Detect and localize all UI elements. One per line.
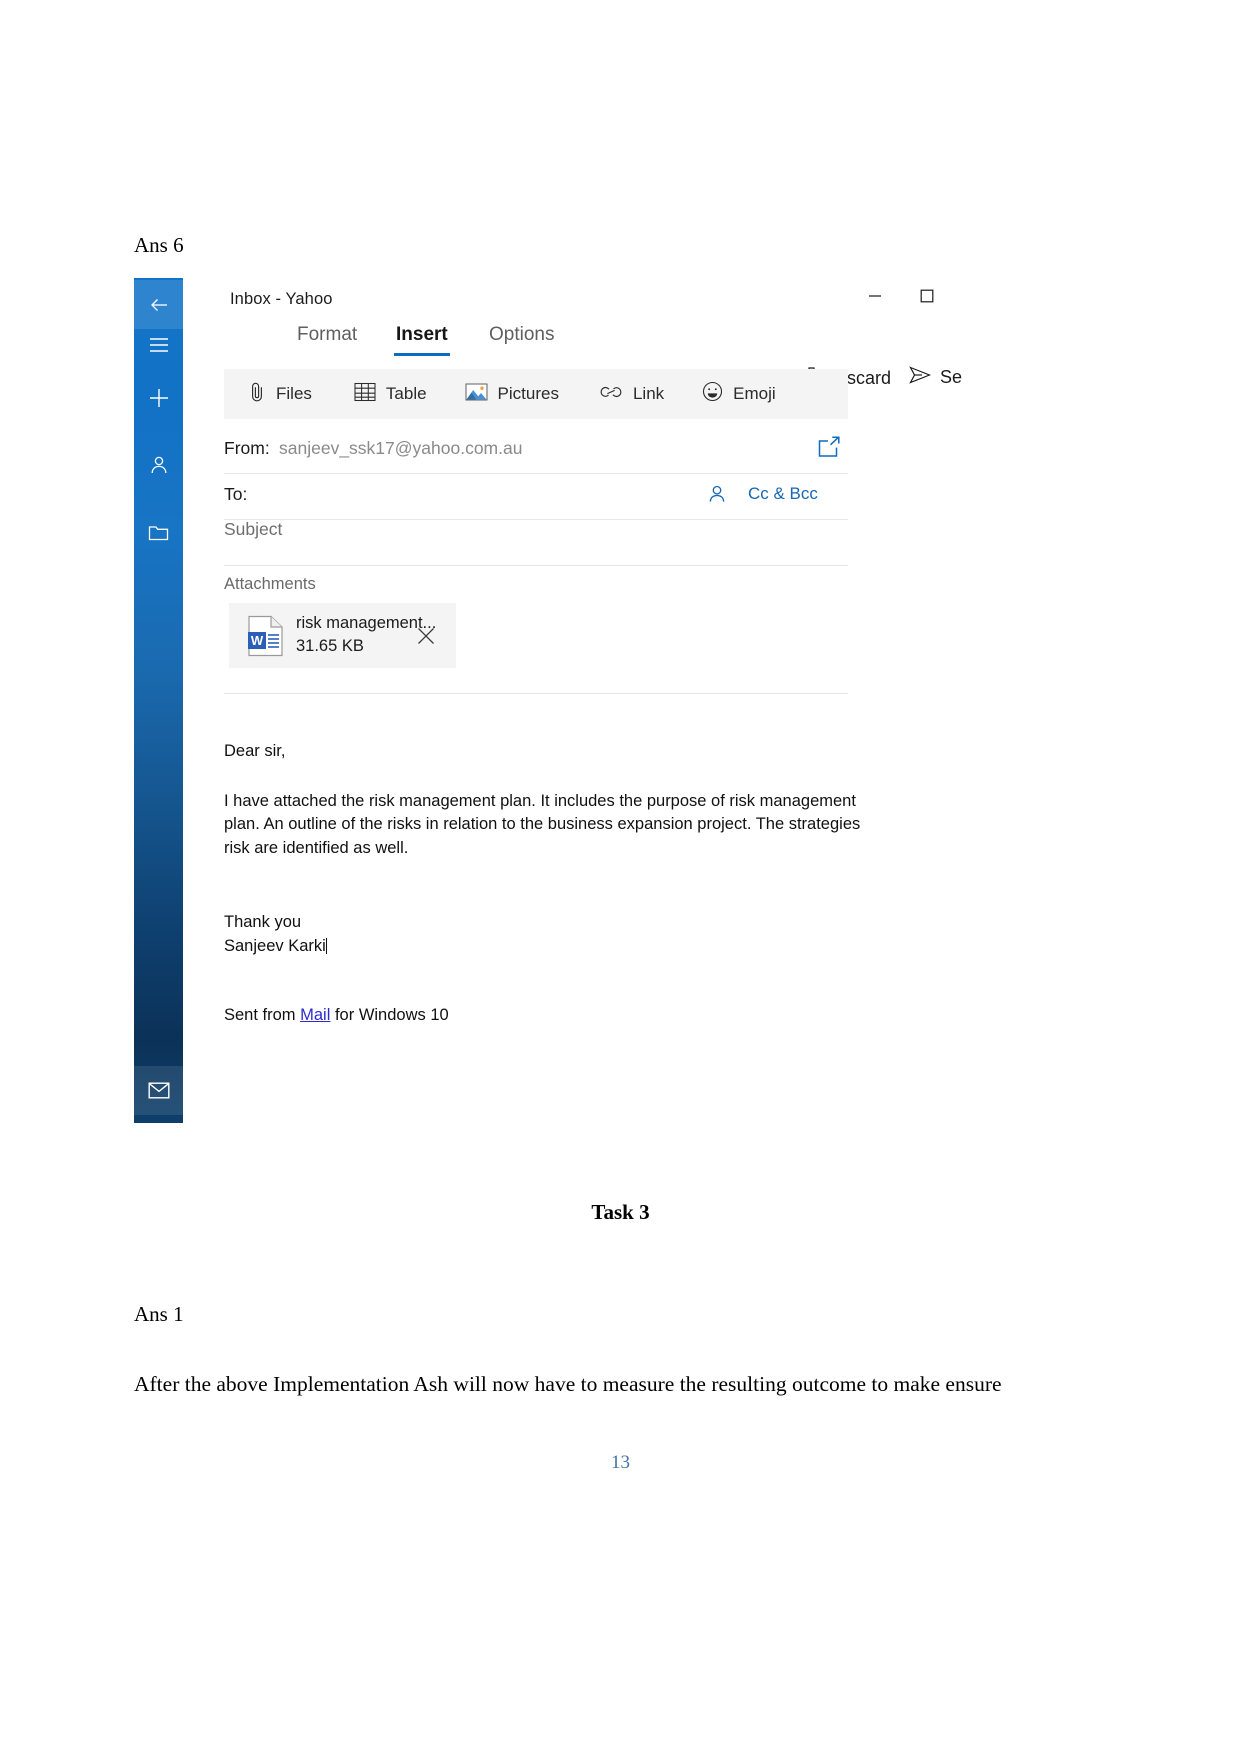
subject-input[interactable]: Subject (224, 519, 282, 539)
body-greeting: Dear sir, (224, 742, 286, 760)
insert-emoji-label: Emoji (733, 384, 776, 403)
send-button[interactable]: Send (909, 366, 962, 389)
emoji-icon (702, 381, 723, 407)
paperclip-icon (248, 381, 266, 408)
body-signoff: Thank you Sanjeev Karki (224, 911, 864, 959)
ans1-label: Ans 1 (134, 1302, 184, 1326)
attachment-item[interactable]: W risk management... 31.65 KB (229, 603, 456, 668)
from-field-row[interactable]: From: sanjeev_ssk17@yahoo.com.au (224, 427, 848, 474)
tab-format[interactable]: Format (295, 320, 359, 356)
from-label: From: (224, 438, 270, 458)
folder-icon (148, 524, 169, 542)
from-value: sanjeev_ssk17@yahoo.com.au (279, 438, 523, 458)
minimize-button[interactable] (851, 278, 899, 318)
insert-toolbar: Files Table Pictures Link Emoji (224, 369, 848, 419)
signoff-line-1: Thank you (224, 913, 302, 932)
insert-pictures-button[interactable]: Pictures (465, 382, 559, 407)
folders-button[interactable] (134, 508, 183, 557)
title-bar: Inbox - Yahoo (183, 278, 962, 326)
sent-from-suffix: for Windows 10 (330, 1006, 449, 1025)
insert-link-label: Link (632, 384, 665, 403)
send-label: Send (940, 367, 962, 387)
insert-pictures-label: Pictures (497, 384, 559, 403)
page-number: 13 (611, 1452, 630, 1473)
text-caret (325, 938, 327, 955)
message-body[interactable]: Dear sir, I have attached the risk manag… (224, 743, 864, 1024)
insert-files-button[interactable]: Files (248, 381, 312, 408)
navigation-rail (134, 278, 183, 1123)
sent-from-prefix: Sent from (224, 1006, 301, 1025)
insert-files-label: Files (276, 384, 312, 403)
attachment-file-size: 31.65 KB (296, 637, 364, 655)
people-button[interactable] (134, 440, 183, 489)
ribbon-tab-bar: Format Insert Options Discard Sen (183, 320, 962, 388)
subject-field-row[interactable]: Subject (224, 519, 848, 566)
mail-button[interactable] (134, 1066, 183, 1115)
signoff-line-2: Sanjeev Karki (224, 937, 326, 956)
attachments-divider (224, 693, 848, 694)
attachments-label: Attachments (224, 575, 316, 593)
document-paragraph: After the above Implementation Ash will … (134, 1372, 1002, 1396)
task3-heading: Task 3 (591, 1200, 650, 1224)
close-button[interactable] (955, 278, 962, 318)
send-arrow-icon (909, 366, 932, 389)
minimize-icon (868, 289, 882, 308)
picture-icon (465, 382, 488, 407)
remove-attachment-button[interactable] (411, 621, 441, 651)
person-picker-icon[interactable] (706, 483, 728, 510)
menu-button[interactable] (134, 320, 183, 369)
body-paragraph: I have attached the risk management plan… (224, 791, 861, 858)
back-arrow-icon (148, 294, 170, 316)
sent-from-signature: Sent from Mail for Windows 10 (224, 1007, 864, 1024)
table-icon (354, 382, 376, 407)
link-icon (599, 384, 623, 405)
to-field-row[interactable]: To: Cc & Bcc (224, 473, 848, 520)
word-document-icon: W (247, 615, 284, 657)
plus-icon (148, 387, 170, 409)
cc-bcc-button[interactable]: Cc & Bcc (748, 484, 818, 504)
insert-table-button[interactable]: Table (354, 382, 427, 407)
pop-out-icon[interactable] (816, 435, 842, 464)
insert-emoji-button[interactable]: Emoji (702, 381, 776, 407)
person-icon (148, 454, 170, 476)
new-mail-button[interactable] (134, 373, 183, 422)
insert-link-button[interactable]: Link (599, 384, 664, 405)
hamburger-menu-icon (149, 337, 169, 353)
window-title: Inbox - Yahoo (230, 290, 333, 308)
envelope-icon (148, 1082, 170, 1099)
svg-text:W: W (251, 633, 264, 648)
insert-table-label: Table (385, 384, 427, 403)
mail-compose-window: Inbox - Yahoo Format Insert Options Disc… (134, 278, 962, 1123)
mail-app-link[interactable]: Mail (300, 1006, 330, 1024)
maximize-button[interactable] (903, 278, 951, 318)
ans6-label: Ans 6 (134, 233, 184, 257)
maximize-icon (920, 289, 934, 308)
tab-options[interactable]: Options (487, 320, 556, 356)
tab-insert[interactable]: Insert (394, 320, 450, 356)
to-label: To: (224, 484, 248, 504)
